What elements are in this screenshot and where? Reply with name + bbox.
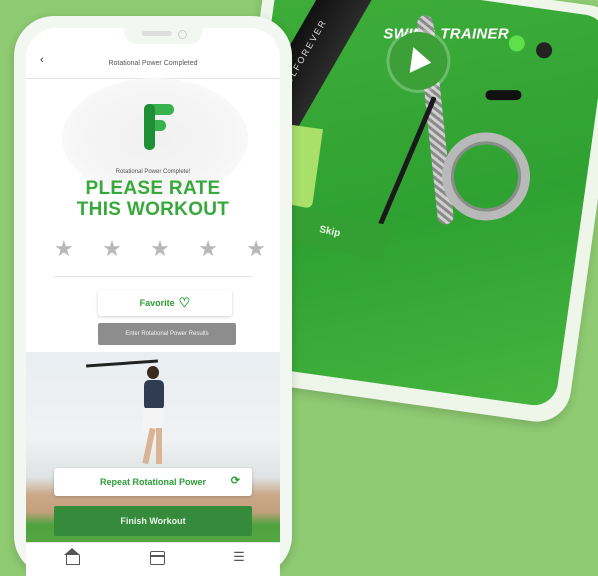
repeat-workout-button[interactable]: Repeat Rotational Power ⟳ (54, 468, 252, 496)
rating-divider (54, 276, 252, 277)
star-icon-5[interactable]: ★ (246, 238, 266, 260)
calendar-icon[interactable] (148, 549, 166, 565)
page-title: Rotational Power Completed (108, 59, 198, 67)
favorite-button[interactable]: Favorite ♡ (98, 290, 232, 316)
golf-club (85, 359, 159, 368)
speaker-grille (142, 31, 172, 36)
back-arrow-icon[interactable]: ‹ (40, 54, 44, 66)
app-logo-icon (144, 104, 178, 150)
enter-results-button[interactable]: Enter Rotational Power Results (98, 323, 236, 345)
camera-icon (178, 30, 187, 39)
strap-image (485, 90, 522, 101)
rate-heading-line1: PLEASE RATE (85, 178, 221, 199)
golfer-skirt (143, 408, 163, 430)
phone-device: ‹ Rotational Power Completed Rotational … (14, 16, 292, 576)
trainer-shaft-image (373, 96, 437, 237)
home-icon[interactable] (64, 548, 82, 565)
finish-workout-button[interactable]: Finish Workout (54, 506, 252, 536)
rate-heading-line2: THIS WORKOUT (76, 199, 230, 220)
top-bar: ‹ Rotational Power Completed (26, 54, 280, 72)
golfer-leg (142, 427, 156, 465)
completion-subtitle: Rotational Power Complete! (115, 169, 191, 175)
golfer-head (147, 366, 159, 379)
green-ball-image (507, 34, 526, 53)
star-icon-4[interactable]: ★ (198, 238, 218, 260)
phone-screen: ‹ Rotational Power Completed Rotational … (26, 28, 280, 576)
repeat-icon: ⟳ (230, 475, 240, 487)
play-icon (409, 47, 434, 76)
menu-icon[interactable]: ☰ (230, 549, 248, 565)
repeat-label: Repeat Rotational Power (99, 477, 207, 487)
favorite-label: Favorite (139, 298, 175, 308)
star-icon-1[interactable]: ★ (54, 238, 74, 260)
bottom-tab-bar: ☰ (26, 542, 280, 576)
heart-icon: ♡ (178, 295, 191, 310)
star-rating: ★ ★ ★ ★ ★ (54, 238, 266, 260)
golfer-top (144, 380, 164, 410)
star-icon-2[interactable]: ★ (102, 238, 122, 260)
phone-notch (124, 28, 202, 44)
black-ball-image (535, 41, 554, 60)
star-icon-3[interactable]: ★ (150, 238, 170, 260)
rate-workout-heading: PLEASE RATE THIS WORKOUT (26, 178, 280, 220)
golfer-leg (156, 428, 162, 464)
